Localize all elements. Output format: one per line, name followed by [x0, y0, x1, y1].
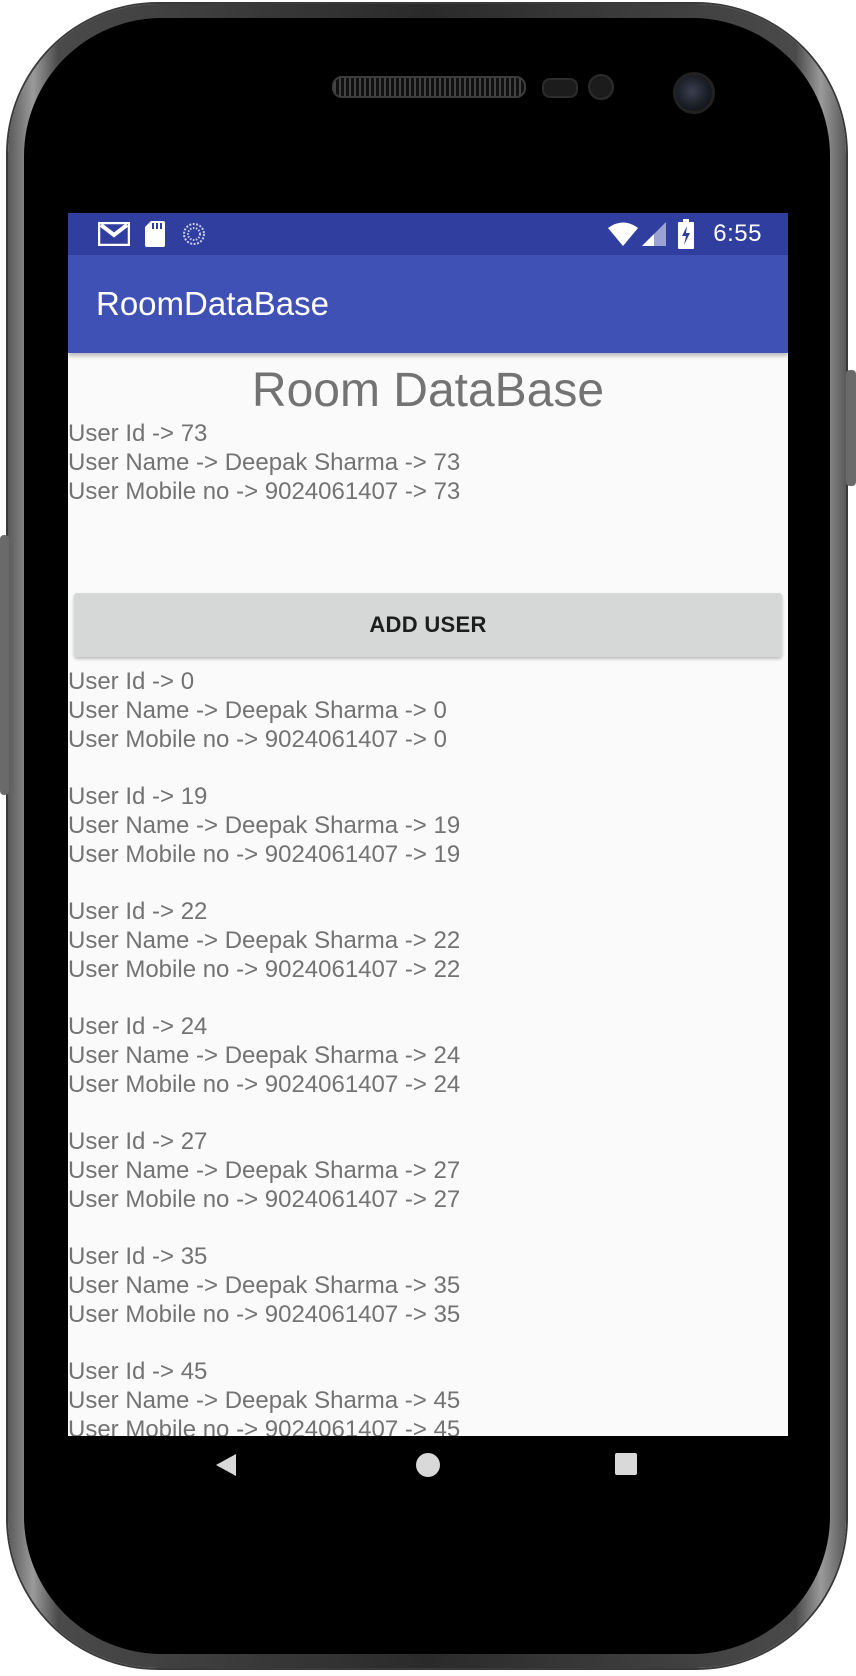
status-bar: 6:55 — [68, 213, 788, 255]
list-item: User Id -> 45 User Name -> Deepak Sharma… — [68, 1357, 460, 1436]
user-mobile-line: User Mobile no -> 9024061407 -> 22 — [68, 956, 461, 983]
navigation-bar — [68, 1436, 788, 1493]
screen: 6:55 RoomDataBase Room DataBase User Id … — [68, 213, 788, 1493]
app-title: RoomDataBase — [96, 285, 329, 322]
app-bar: RoomDataBase — [68, 255, 788, 353]
list-item: User Id -> 0 User Name -> Deepak Sharma … — [68, 667, 447, 754]
recents-icon[interactable] — [614, 1452, 638, 1481]
user-mobile-line: User Mobile no -> 9024061407 -> 24 — [68, 1071, 461, 1098]
user-mobile-line: User Mobile no -> 9024061407 -> 27 — [68, 1186, 461, 1213]
user-name-line: User Name -> Deepak Sharma -> 24 — [68, 1042, 461, 1069]
back-icon[interactable] — [214, 1452, 238, 1483]
user-name-line: User Name -> Deepak Sharma -> 35 — [68, 1272, 461, 1299]
wifi-icon — [608, 222, 638, 251]
gmail-icon — [97, 221, 131, 251]
page-title: Room DataBase — [251, 364, 605, 417]
user-id-line: User Id -> 27 — [68, 1128, 208, 1155]
user-mobile-line: User Mobile no -> 9024061407 -> 35 — [68, 1301, 461, 1328]
list-item: User Id -> 24 User Name -> Deepak Sharma… — [68, 1012, 460, 1099]
light-sensor — [588, 74, 614, 100]
user-id-line: User Id -> 45 — [68, 1358, 208, 1385]
user-name-line: User Name -> Deepak Sharma -> 27 — [68, 1157, 461, 1184]
user-name-line: User Name -> Deepak Sharma -> 0 — [68, 697, 447, 724]
list-item: User Id -> 35 User Name -> Deepak Sharma… — [68, 1242, 460, 1329]
home-icon[interactable] — [415, 1452, 441, 1483]
main-content: Room DataBase User Id -> 73 User Name ->… — [68, 353, 788, 1436]
user-id-line: User Id -> 22 — [68, 898, 208, 925]
signal-icon — [642, 222, 666, 251]
volume-button — [0, 535, 9, 795]
user-mobile-line: User Mobile no -> 9024061407 -> 19 — [68, 841, 461, 868]
power-button — [846, 370, 856, 486]
earpiece-speaker — [332, 76, 526, 98]
status-time: 6:55 — [713, 220, 762, 247]
user-id-line: User Id -> 19 — [68, 783, 208, 810]
user-mobile-line: User Mobile no -> 9024061407 -> 73 — [68, 478, 461, 505]
user-name-line: User Name -> Deepak Sharma -> 73 — [68, 449, 461, 476]
sd-card-icon — [145, 221, 165, 252]
current-user: User Id -> 73 User Name -> Deepak Sharma… — [68, 419, 460, 506]
battery-charging-icon — [678, 219, 694, 254]
list-item: User Id -> 19 User Name -> Deepak Sharma… — [68, 782, 460, 869]
add-user-button[interactable]: ADD USER — [74, 593, 782, 657]
user-name-line: User Name -> Deepak Sharma -> 19 — [68, 812, 461, 839]
user-mobile-line: User Mobile no -> 9024061407 -> 45 — [68, 1416, 461, 1436]
user-id-line: User Id -> 0 — [68, 668, 195, 695]
user-id-line: User Id -> 24 — [68, 1013, 208, 1040]
user-name-line: User Name -> Deepak Sharma -> 22 — [68, 927, 461, 954]
proximity-sensor — [542, 78, 578, 98]
user-name-line: User Name -> Deepak Sharma -> 45 — [68, 1387, 461, 1414]
user-id-line: User Id -> 73 — [68, 420, 208, 447]
list-item: User Id -> 22 User Name -> Deepak Sharma… — [68, 897, 460, 984]
list-item: User Id -> 27 User Name -> Deepak Sharma… — [68, 1127, 460, 1214]
front-camera — [673, 72, 715, 114]
user-id-line: User Id -> 35 — [68, 1243, 208, 1270]
sync-icon — [182, 222, 206, 251]
user-mobile-line: User Mobile no -> 9024061407 -> 0 — [68, 726, 447, 753]
